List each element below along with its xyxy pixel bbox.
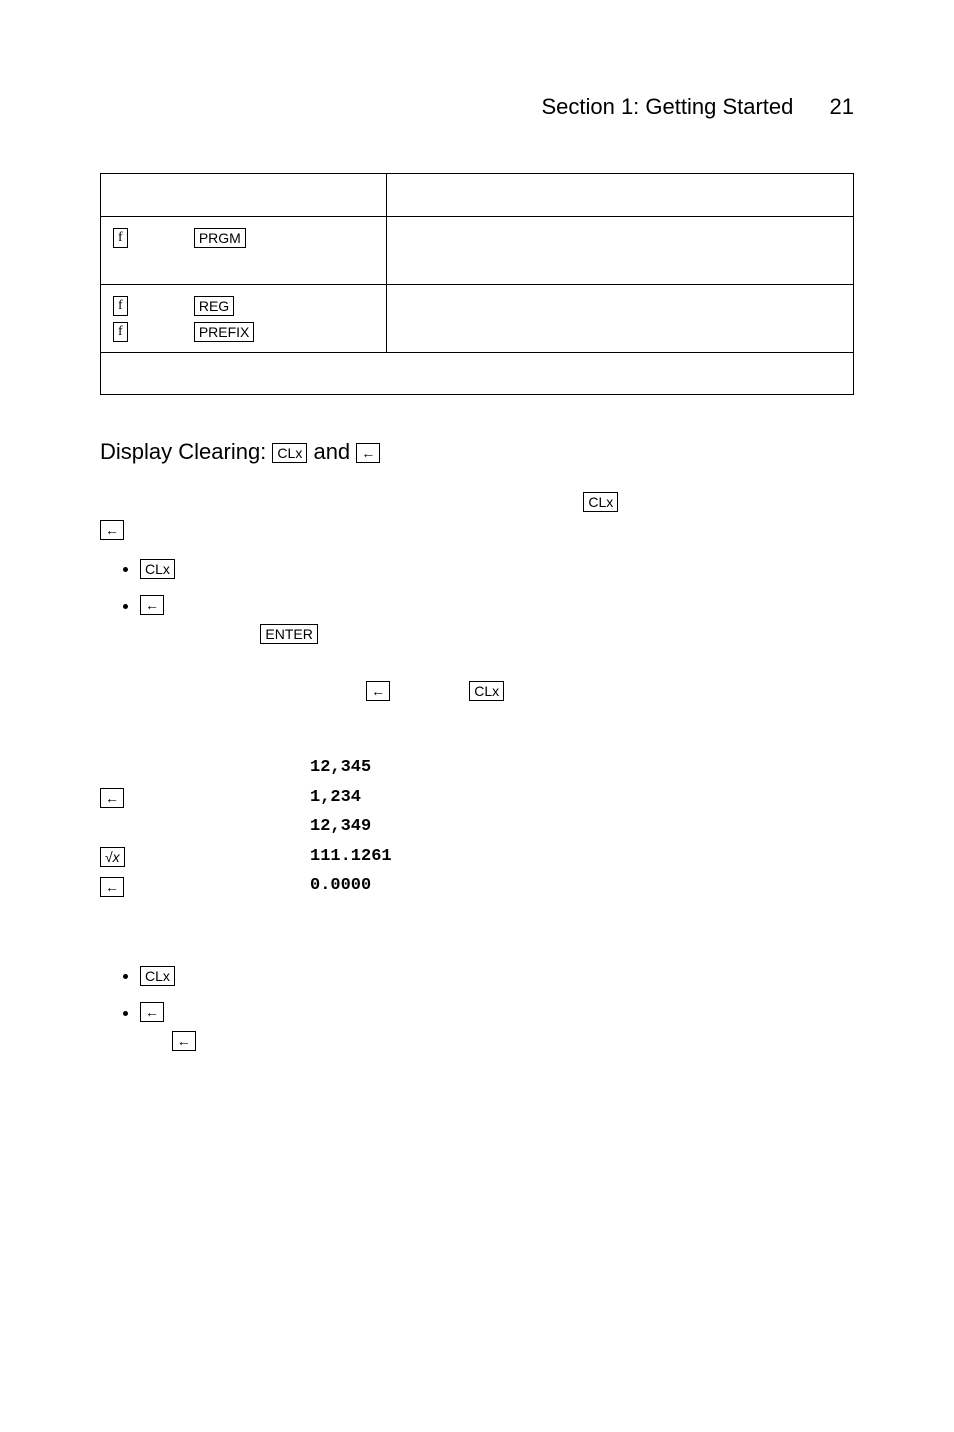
back-arrow-icon: ← <box>100 877 124 897</box>
enter-key-icon: ENTER <box>260 624 317 644</box>
f-key-icon: f <box>113 322 128 342</box>
clearing-table: Clearing Sequence Effect f CLEAR PRGM Cl… <box>100 173 854 395</box>
clx-key-icon: CLx <box>469 681 504 701</box>
back-arrow-icon: ← <box>100 520 124 540</box>
clx-key-icon: CLx <box>140 966 175 986</box>
list-item: ← deletes only the last digit in the dis… <box>140 592 854 706</box>
back-arrow-icon: ← <box>172 1031 196 1051</box>
clx-key-icon: CLx <box>272 443 307 463</box>
keystroke-cell: ← <box>100 873 310 899</box>
back-arrow-icon: ← <box>366 681 390 701</box>
prefix-key-icon: PREFIX <box>194 322 255 342</box>
list-item: ← will stop execution of the program (ac… <box>140 999 854 1085</box>
clx-key-icon: CLx <box>583 492 618 512</box>
back-arrow-icon: ← <box>140 595 164 615</box>
table-header-effect: Effect <box>387 174 854 217</box>
column-header: Keystrokes <box>100 726 310 752</box>
section-heading: Display Clearing: CLx and ← <box>100 435 854 468</box>
table-cell: f CLEAR PRGM <box>101 216 387 284</box>
list-item: CLx will clear the contents of the displ… <box>140 962 854 991</box>
paragraph: In a running program, <box>100 924 854 953</box>
back-arrow-icon: ← <box>140 1002 164 1022</box>
prgm-key-icon: PRGM <box>194 228 246 248</box>
table-cell: Clears all data storage registers. Clear… <box>387 284 854 352</box>
keystroke-cell: √x <box>100 844 310 870</box>
clear-label: CLEAR <box>132 321 189 340</box>
display-cell: 12,349 <box>310 814 460 840</box>
desc-cell: Digit entry not terminated. <box>460 755 854 781</box>
column-header: Display <box>310 726 460 752</box>
table-cell: Clears program memory (only in Program m… <box>387 216 854 284</box>
keystroke-cell: ← <box>100 785 310 811</box>
heading-text: Display Clearing: <box>100 439 266 464</box>
example-table: Keystrokes Display 12345 12,345 Digit en… <box>100 726 854 899</box>
bullet-list: CLx will clear the contents of the displ… <box>140 962 854 1084</box>
page-number: 21 <box>830 94 854 119</box>
desc-cell: Clears only the last digit. <box>460 785 854 811</box>
sqrt-key-icon: √x <box>100 847 125 867</box>
f-key-icon: f <box>113 228 128 248</box>
back-arrow-icon: ← <box>100 788 124 808</box>
desc-cell: Clears all digits to zero. <box>460 873 854 899</box>
section-title: Section 1: Getting Started <box>541 94 793 119</box>
clear-label: CLEAR <box>132 228 189 247</box>
paragraph: The HP 15c has two types of display clea… <box>100 488 854 545</box>
keystroke-cell: 12345 <box>100 755 310 781</box>
clear-label: CLEAR <box>132 296 189 315</box>
heading-and: and <box>313 439 356 464</box>
bullet-list: CLx clears the display to zero. ← delete… <box>140 555 854 706</box>
back-arrow-icon: ← <box>356 443 380 463</box>
clx-key-icon: CLx <box>140 559 175 579</box>
table-cell: f CLEAR REG f CLEAR PREFIX <box>101 284 387 352</box>
desc-cell <box>460 814 854 840</box>
page-header: Section 1: Getting Started 21 <box>100 90 854 123</box>
desc-cell: Terminates digit entry. <box>460 844 854 870</box>
display-cell: 12,345 <box>310 755 460 781</box>
display-cell: 0.0000 <box>310 873 460 899</box>
f-key-icon: f <box>113 296 128 316</box>
table-footnote: *Also clears the summation registers and… <box>101 352 854 395</box>
display-cell: 1,234 <box>310 785 460 811</box>
display-cell: 111.1261 <box>310 844 460 870</box>
list-item: CLx clears the display to zero. <box>140 555 854 584</box>
reg-key-icon: REG <box>194 296 234 316</box>
table-header-sequence: Clearing Sequence <box>101 174 387 217</box>
keystroke-cell: 9 <box>100 814 310 840</box>
